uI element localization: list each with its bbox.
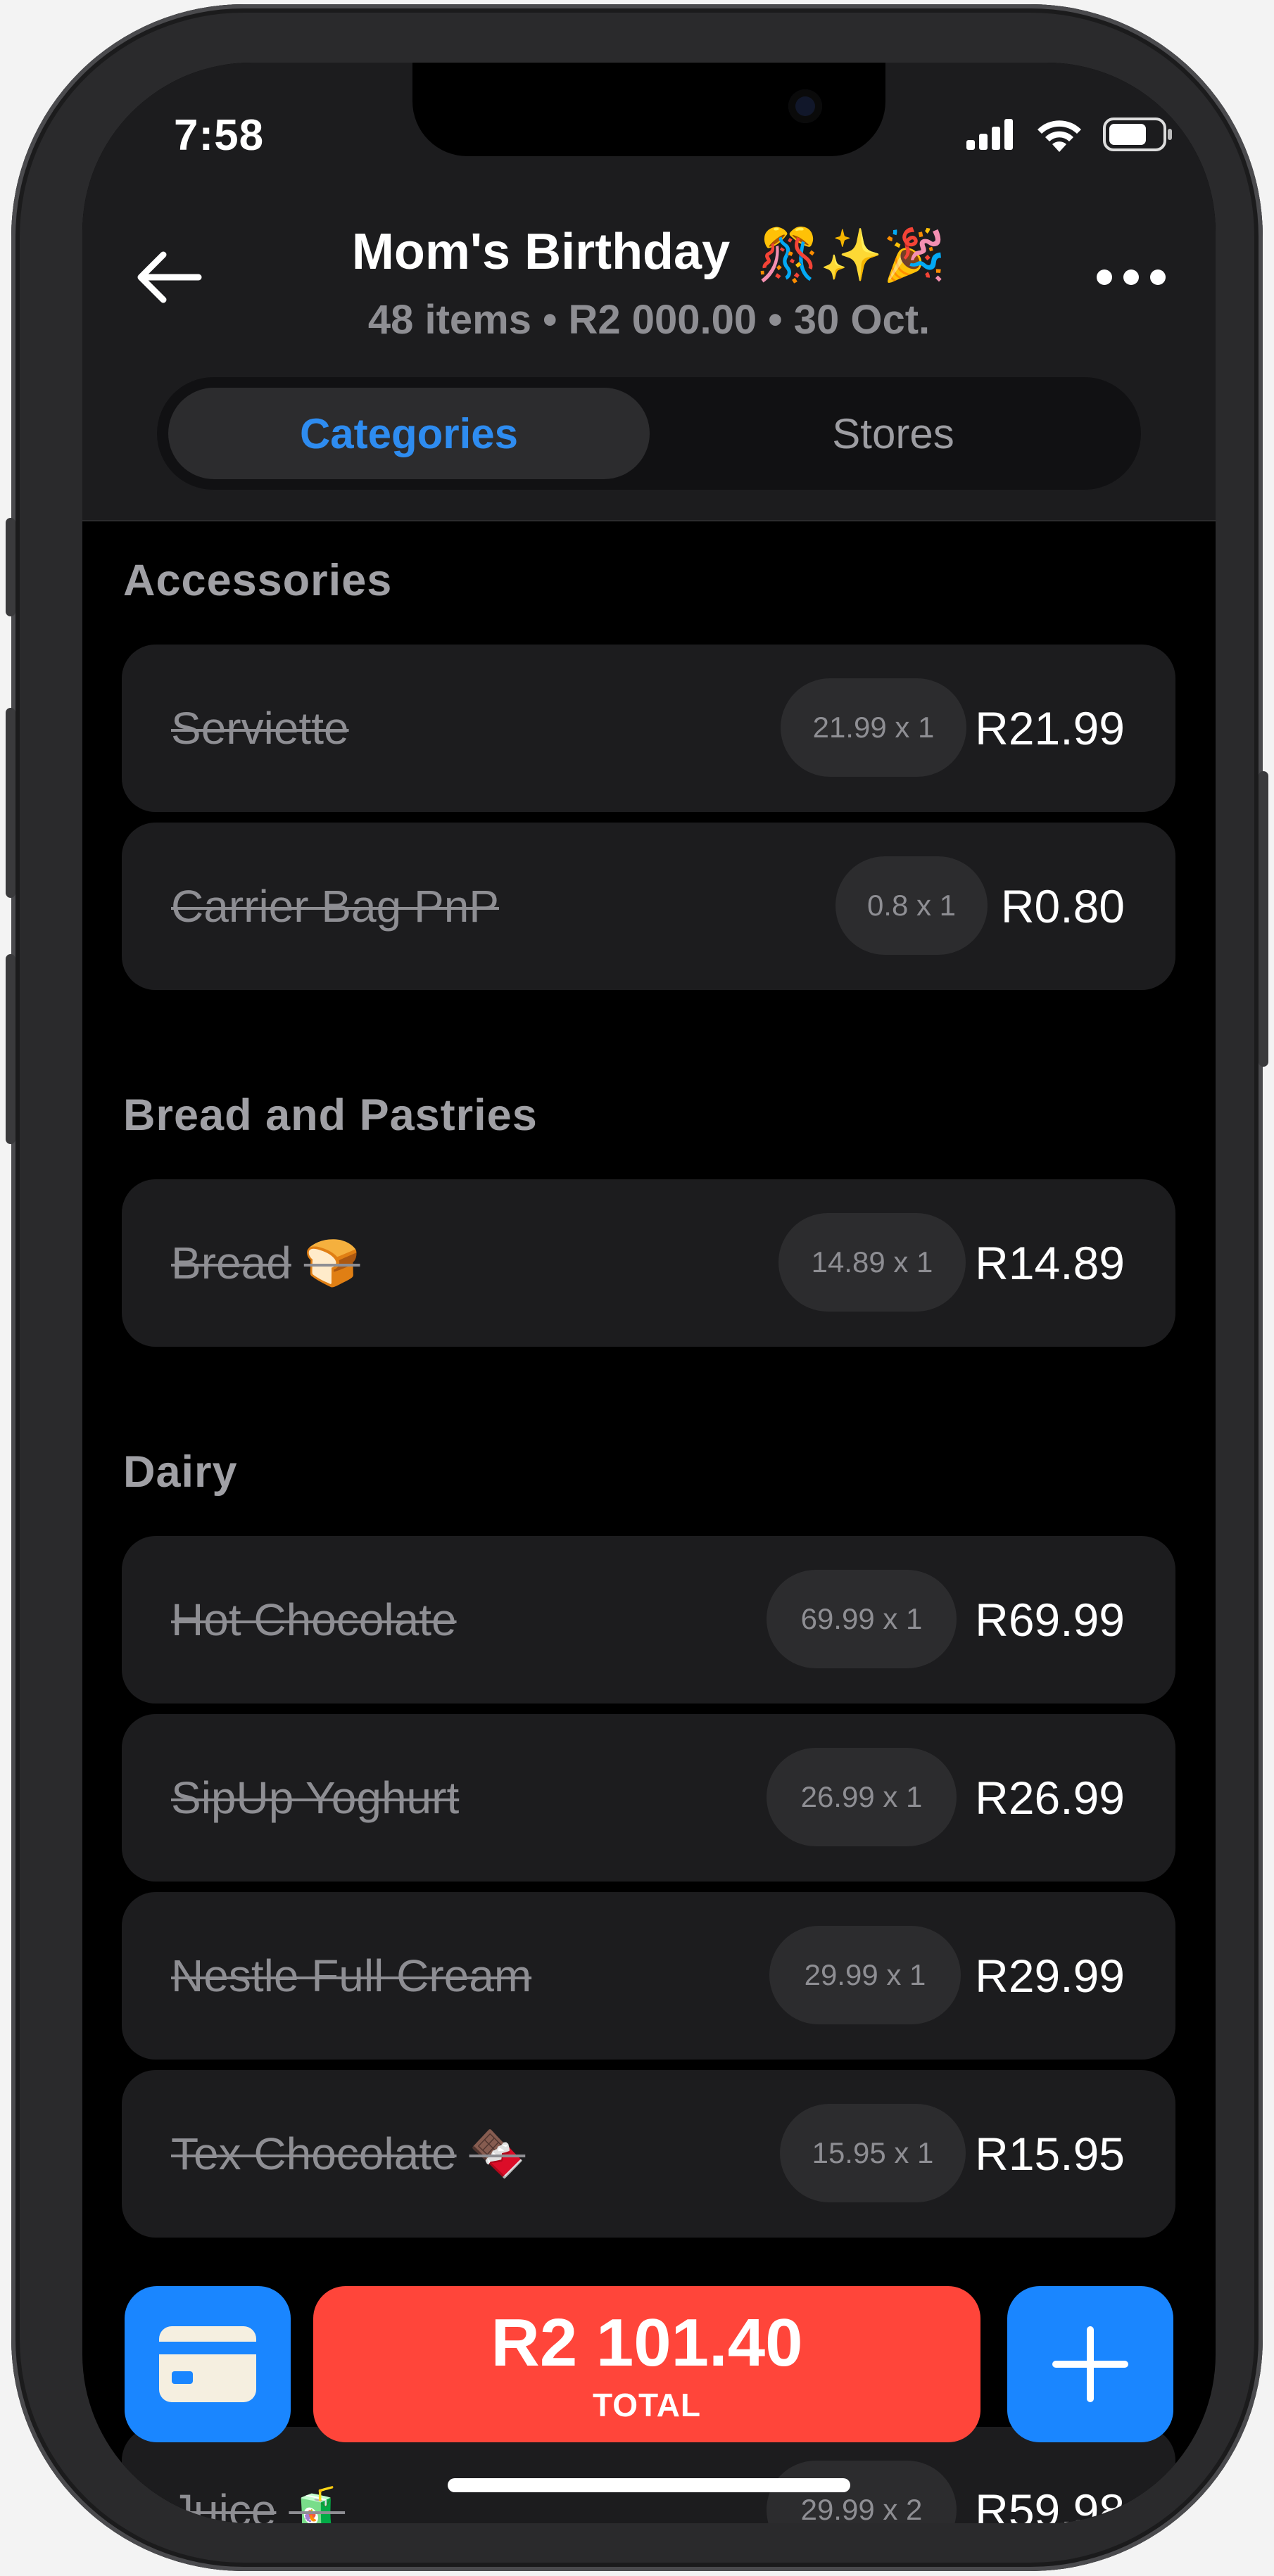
list-item[interactable]: Tex Chocolate 🍫 15.95 x 1 R15.95 [122,2070,1175,2238]
item-price: R0.80 [1000,880,1125,932]
status-icons [966,113,1173,156]
item-name: Carrier Bag PnP [171,881,499,932]
quantity-pill[interactable]: 14.89 x 1 [778,1213,966,1312]
quantity-pill[interactable]: 0.8 x 1 [835,856,988,955]
camera-icon [788,89,822,123]
item-price: R69.99 [975,1594,1125,1646]
dynamic-notch [412,63,885,156]
quantity-pill[interactable]: 21.99 x 1 [781,678,966,777]
item-name: Bread [171,1238,291,1288]
quantity-pill[interactable]: 15.95 x 1 [780,2104,966,2202]
item-price: R15.95 [975,2128,1125,2180]
item-name: Hot Chocolate [171,1594,457,1645]
celebration-emoji: 🎊✨🎉 [757,227,947,284]
top-header: 7:58 Mom's Birthday 🎊✨🎉 48 items • R2 00… [82,63,1216,521]
arrow-left-icon [137,251,202,303]
credit-card-icon [159,2326,256,2402]
signal-icon [966,119,1013,150]
total-amount: R2 101.40 [491,2305,803,2380]
section-title-bread-and-pastries: Bread and Pastries [123,1091,538,1140]
total-button[interactable]: R2 101.40 TOTAL [313,2286,980,2442]
list-summary: 48 items • R2 000.00 • 30 Oct. [367,297,931,343]
list-item[interactable]: Carrier Bag PnP 0.8 x 1 R0.80 [122,823,1175,990]
item-name: Nestle Full Cream [171,1950,532,2001]
status-time: 7:58 [174,111,265,160]
item-name-wrap: Tex Chocolate 🍫 [171,2070,525,2238]
page-title-text: Mom's Birthday [351,224,731,280]
tab-categories[interactable]: Categories [168,388,650,479]
volume-down-button [6,954,15,1144]
view-segmented-control: Categories Stores [157,377,1141,490]
item-price: R29.99 [975,1950,1125,2002]
more-options-button[interactable] [1075,231,1187,323]
tab-stores[interactable]: Stores [657,388,1130,479]
add-item-button[interactable] [1007,2286,1173,2442]
mute-switch [6,518,15,616]
item-name-wrap: Bread 🍞 [171,1179,360,1347]
item-name: SipUp Yoghurt [171,1772,460,1823]
chocolate-emoji: 🍫 [469,2128,526,2179]
battery-icon [1103,118,1172,151]
bread-emoji: 🍞 [303,1237,360,1288]
page-title: Mom's Birthday 🎊✨🎉 [258,223,1040,285]
plus-icon [1052,2326,1128,2402]
item-price: R26.99 [975,1772,1125,1824]
ellipsis-icon [1097,269,1166,285]
item-name: Serviette [171,703,349,754]
total-label: TOTAL [592,2387,702,2423]
section-title-dairy: Dairy [123,1447,238,1497]
section-title-accessories: Accessories [123,556,393,605]
item-name: Tex Chocolate [171,2128,457,2179]
item-price: R21.99 [975,702,1125,754]
quantity-pill[interactable]: 29.99 x 1 [769,1926,961,2024]
list-item[interactable]: Nestle Full Cream 29.99 x 1 R29.99 [122,1892,1175,2060]
list-item[interactable]: Hot Chocolate 69.99 x 1 R69.99 [122,1536,1175,1703]
list-item[interactable]: Bread 🍞 14.89 x 1 R14.89 [122,1179,1175,1347]
back-button[interactable] [123,231,215,323]
phone-frame: 7:58 Mom's Birthday 🎊✨🎉 48 items • R2 00… [6,4,1268,2571]
power-button [1259,771,1268,1067]
quantity-pill[interactable]: 69.99 x 1 [767,1570,957,1668]
wifi-icon [1038,120,1081,152]
home-indicator[interactable] [448,2478,850,2492]
quantity-pill[interactable]: 26.99 x 1 [767,1748,957,1846]
volume-up-button [6,708,15,898]
list-item[interactable]: SipUp Yoghurt 26.99 x 1 R26.99 [122,1714,1175,1882]
list-item[interactable]: Serviette 21.99 x 1 R21.99 [122,645,1175,812]
screen: 7:58 Mom's Birthday 🎊✨🎉 48 items • R2 00… [82,63,1216,2523]
item-price: R14.89 [975,1237,1125,1289]
payment-card-button[interactable] [125,2286,291,2442]
